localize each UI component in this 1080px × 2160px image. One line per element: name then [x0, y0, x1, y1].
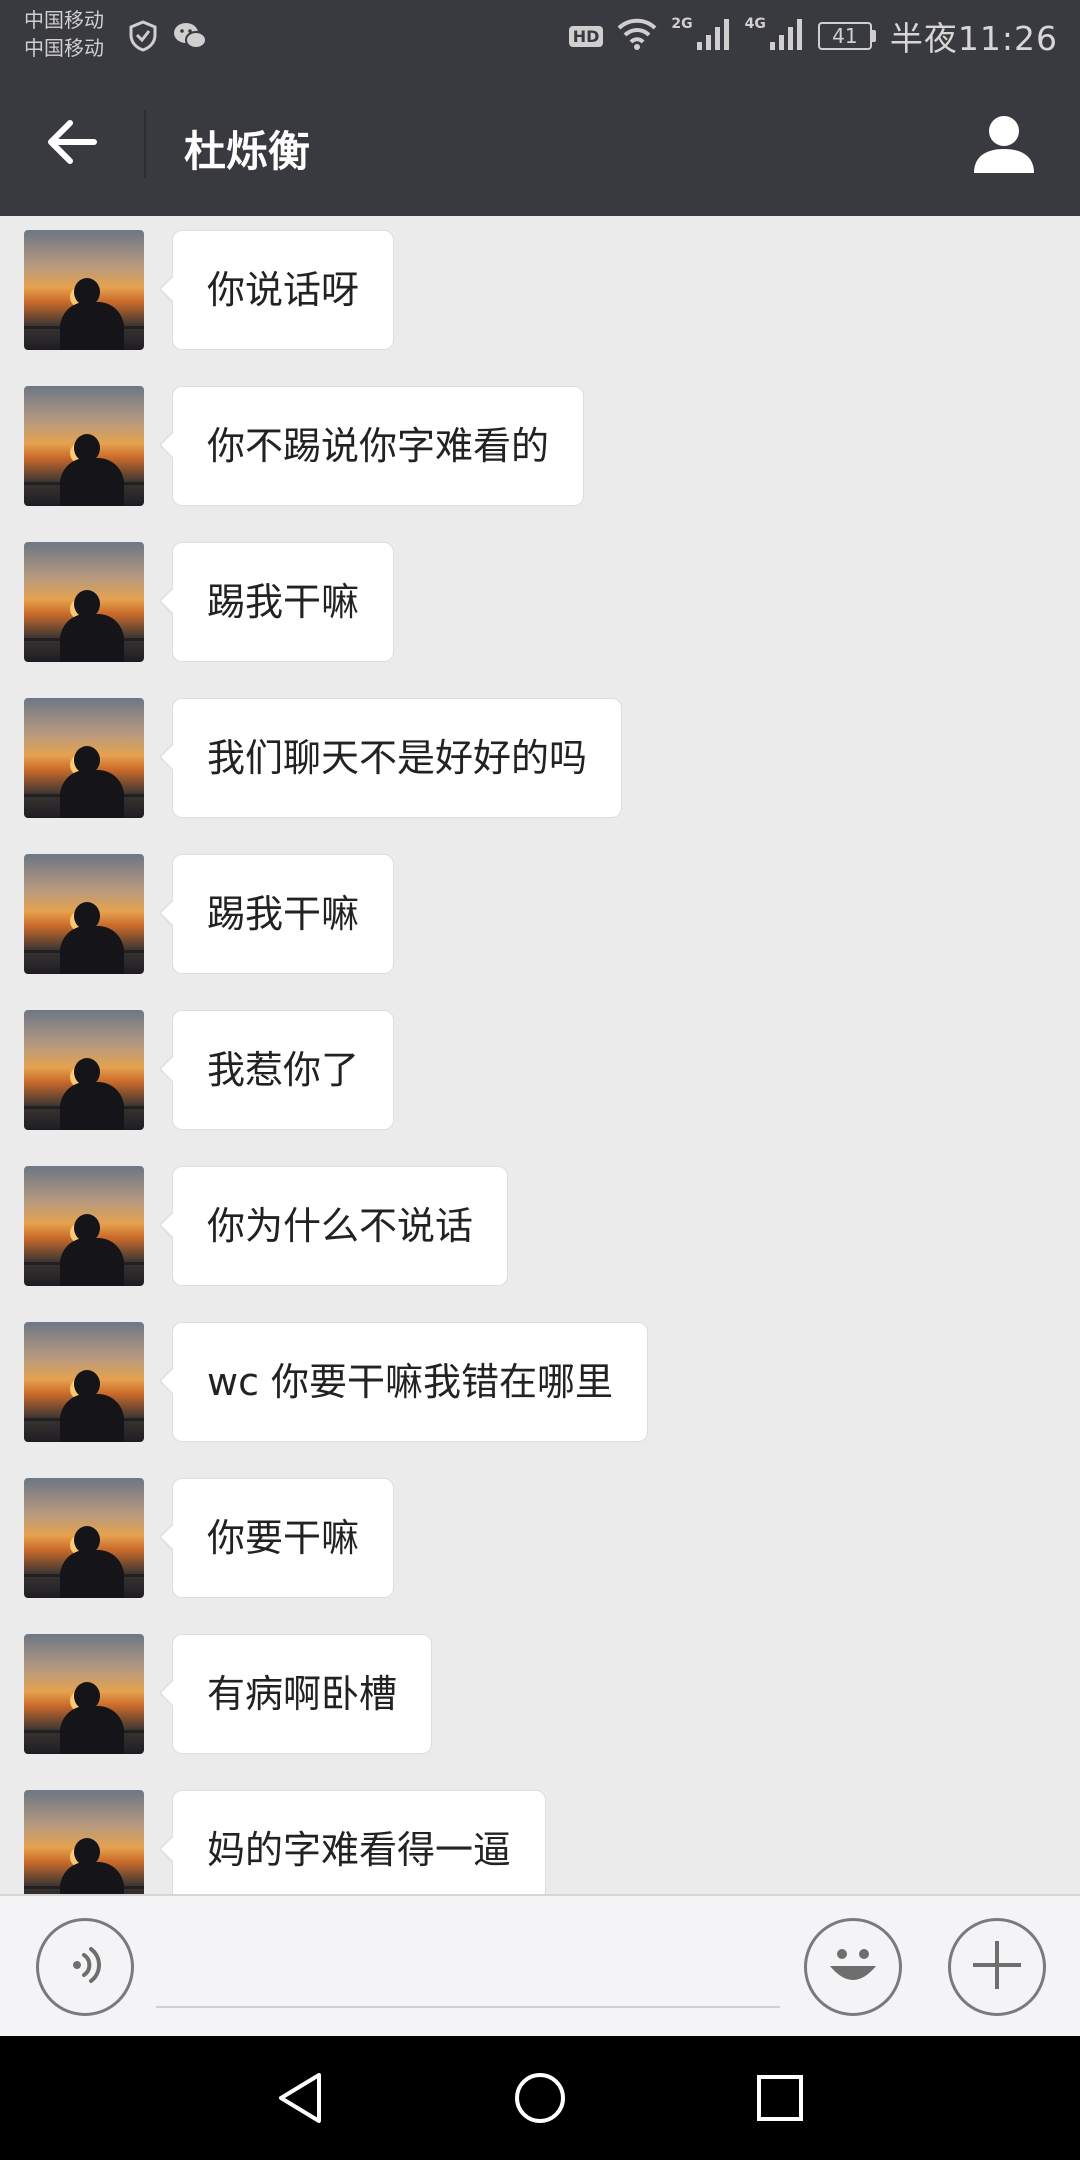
avatar[interactable] [24, 1478, 144, 1598]
plus-icon [967, 1935, 1027, 1999]
message-row: 踢我干嘛 [0, 840, 1080, 974]
chat-title: 杜烁衡 [184, 127, 311, 176]
message-row: 有病啊卧槽 [0, 1620, 1080, 1754]
network-4g-label: 4G [744, 16, 766, 32]
message-row: 我惹你了 [0, 996, 1080, 1130]
wifi-icon [617, 18, 657, 54]
message-row: 妈的字难看得一逼 [0, 1776, 1080, 1894]
input-bar [0, 1894, 1080, 2036]
avatar[interactable] [24, 1166, 144, 1286]
nav-back-button[interactable] [260, 2060, 340, 2140]
signal-icon-1 [696, 18, 731, 54]
avatar[interactable] [24, 698, 144, 818]
emoji-icon [818, 1930, 888, 2004]
person-icon [972, 113, 1036, 179]
message-list[interactable]: 你说话呀 你不踢说你字难看的 踢我干嘛 我们聊天不是好好的吗 踢我干嘛 我惹你了… [0, 216, 1080, 1894]
shield-icon [128, 20, 158, 56]
message-bubble[interactable]: 你为什么不说话 [158, 1166, 509, 1286]
voice-icon [60, 1940, 110, 1994]
message-row: 你为什么不说话 [0, 1152, 1080, 1286]
avatar[interactable] [24, 854, 144, 974]
chat-info-button[interactable] [968, 110, 1040, 182]
battery-level: 41 [817, 22, 872, 50]
header-divider [144, 110, 146, 178]
more-button[interactable] [948, 1918, 1046, 2016]
status-bar: 中国移动 中国移动 HD 2G 4G 41 半夜11:26 [0, 0, 1080, 72]
message-bubble[interactable]: wc 你要干嘛我错在哪里 [158, 1322, 649, 1442]
nav-home-icon [512, 2070, 568, 2130]
avatar[interactable] [24, 230, 144, 350]
message-bubble[interactable]: 踢我干嘛 [158, 854, 395, 974]
message-input[interactable] [156, 1926, 780, 2008]
message-row: 你要干嘛 [0, 1464, 1080, 1598]
network-2g-label: 2G [671, 16, 693, 32]
message-bubble[interactable]: 你要干嘛 [158, 1478, 395, 1598]
nav-back-icon [275, 2071, 325, 2129]
message-row: 你说话呀 [0, 216, 1080, 350]
message-bubble[interactable]: 我惹你了 [158, 1010, 395, 1130]
back-arrow-icon [46, 119, 98, 169]
message-bubble[interactable]: 你不踢说你字难看的 [158, 386, 585, 506]
status-icons-left [128, 20, 208, 56]
status-right: HD 2G 4G 41 半夜11:26 [568, 12, 1058, 60]
avatar[interactable] [24, 1790, 144, 1894]
message-bubble[interactable]: 有病啊卧槽 [158, 1634, 433, 1754]
wechat-icon [172, 21, 208, 55]
message-row: 你不踢说你字难看的 [0, 372, 1080, 506]
carrier-info: 中国移动 中国移动 [24, 6, 104, 62]
nav-recent-icon [755, 2073, 805, 2127]
carrier-2: 中国移动 [24, 36, 104, 60]
message-row: wc 你要干嘛我错在哪里 [0, 1308, 1080, 1442]
status-clock: 半夜11:26 [889, 19, 1058, 58]
nav-recent-button[interactable] [740, 2060, 820, 2140]
avatar[interactable] [24, 542, 144, 662]
chat-header: 杜烁衡 [0, 72, 1080, 216]
back-button[interactable] [36, 112, 108, 176]
carrier-1: 中国移动 [24, 8, 104, 32]
battery-icon: 41 [817, 22, 876, 50]
message-bubble[interactable]: 我们聊天不是好好的吗 [158, 698, 623, 818]
avatar[interactable] [24, 1634, 144, 1754]
emoji-button[interactable] [804, 1918, 902, 2016]
avatar[interactable] [24, 386, 144, 506]
hd-badge: HD [568, 25, 604, 47]
message-row: 我们聊天不是好好的吗 [0, 684, 1080, 818]
signal-icon-2 [769, 18, 804, 54]
message-bubble[interactable]: 妈的字难看得一逼 [158, 1790, 547, 1894]
nav-home-button[interactable] [500, 2060, 580, 2140]
voice-button[interactable] [36, 1918, 134, 2016]
avatar[interactable] [24, 1322, 144, 1442]
system-nav-bar [0, 2036, 1080, 2160]
avatar[interactable] [24, 1010, 144, 1130]
message-bubble[interactable]: 踢我干嘛 [158, 542, 395, 662]
message-bubble[interactable]: 你说话呀 [158, 230, 395, 350]
message-row: 踢我干嘛 [0, 528, 1080, 662]
